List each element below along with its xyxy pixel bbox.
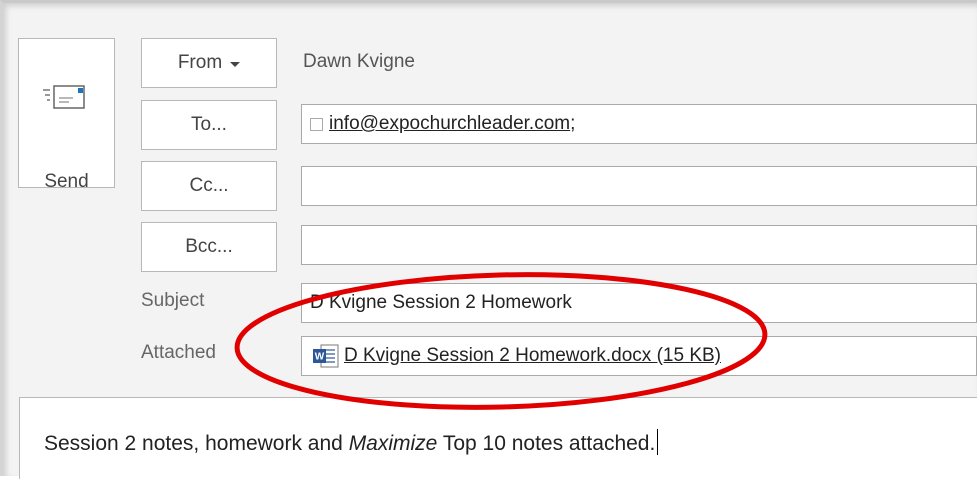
bcc-button-label: Bcc... (185, 236, 233, 257)
attachment-field[interactable]: W D Kvigne Session 2 Homework.docx (15 K… (301, 336, 977, 376)
send-button[interactable]: Send (18, 38, 115, 192)
message-text-emphasis: Maximize (348, 432, 438, 455)
message-body[interactable]: Session 2 notes, homework and Maximize T… (19, 397, 977, 479)
bcc-field[interactable] (301, 225, 977, 265)
cc-button-label: Cc... (189, 175, 229, 196)
svg-text:W: W (315, 352, 325, 363)
chevron-down-icon (230, 61, 241, 67)
attachment-file[interactable]: D Kvigne Session 2 Homework.docx (15 KB) (344, 345, 721, 367)
to-button-label: To... (191, 114, 227, 135)
attached-label: Attached (141, 342, 216, 363)
from-button[interactable]: From (141, 38, 277, 88)
word-document-icon: W (313, 344, 339, 368)
message-text-before: Session 2 notes, homework and (44, 432, 349, 455)
to-field[interactable]: info@expochurchleader.com ; (301, 104, 977, 144)
from-label: From (177, 52, 223, 73)
cc-field[interactable] (301, 166, 977, 206)
recipient-separator: ; (570, 113, 576, 134)
to-button[interactable]: To... (141, 100, 277, 150)
subject-label: Subject (141, 290, 205, 311)
send-label: Send (44, 171, 89, 192)
compose-window: Send From Dawn Kvigne To... info@expochu… (0, 0, 977, 479)
text-cursor (657, 429, 659, 455)
from-name: Dawn Kvigne (303, 51, 415, 72)
bcc-button[interactable]: Bcc... (141, 222, 277, 272)
recipient-checkbox-icon[interactable] (310, 117, 323, 131)
send-envelope-icon (43, 85, 85, 109)
recipient-address[interactable]: info@expochurchleader.com (329, 113, 570, 135)
cc-button[interactable]: Cc... (141, 161, 277, 211)
subject-field[interactable]: D Kvigne Session 2 Homework (301, 283, 977, 323)
subject-value: D Kvigne Session 2 Homework (310, 292, 572, 313)
message-text-after: Top 10 notes attached. (437, 432, 656, 455)
message-text: Session 2 notes, homework and Maximize T… (44, 429, 659, 456)
